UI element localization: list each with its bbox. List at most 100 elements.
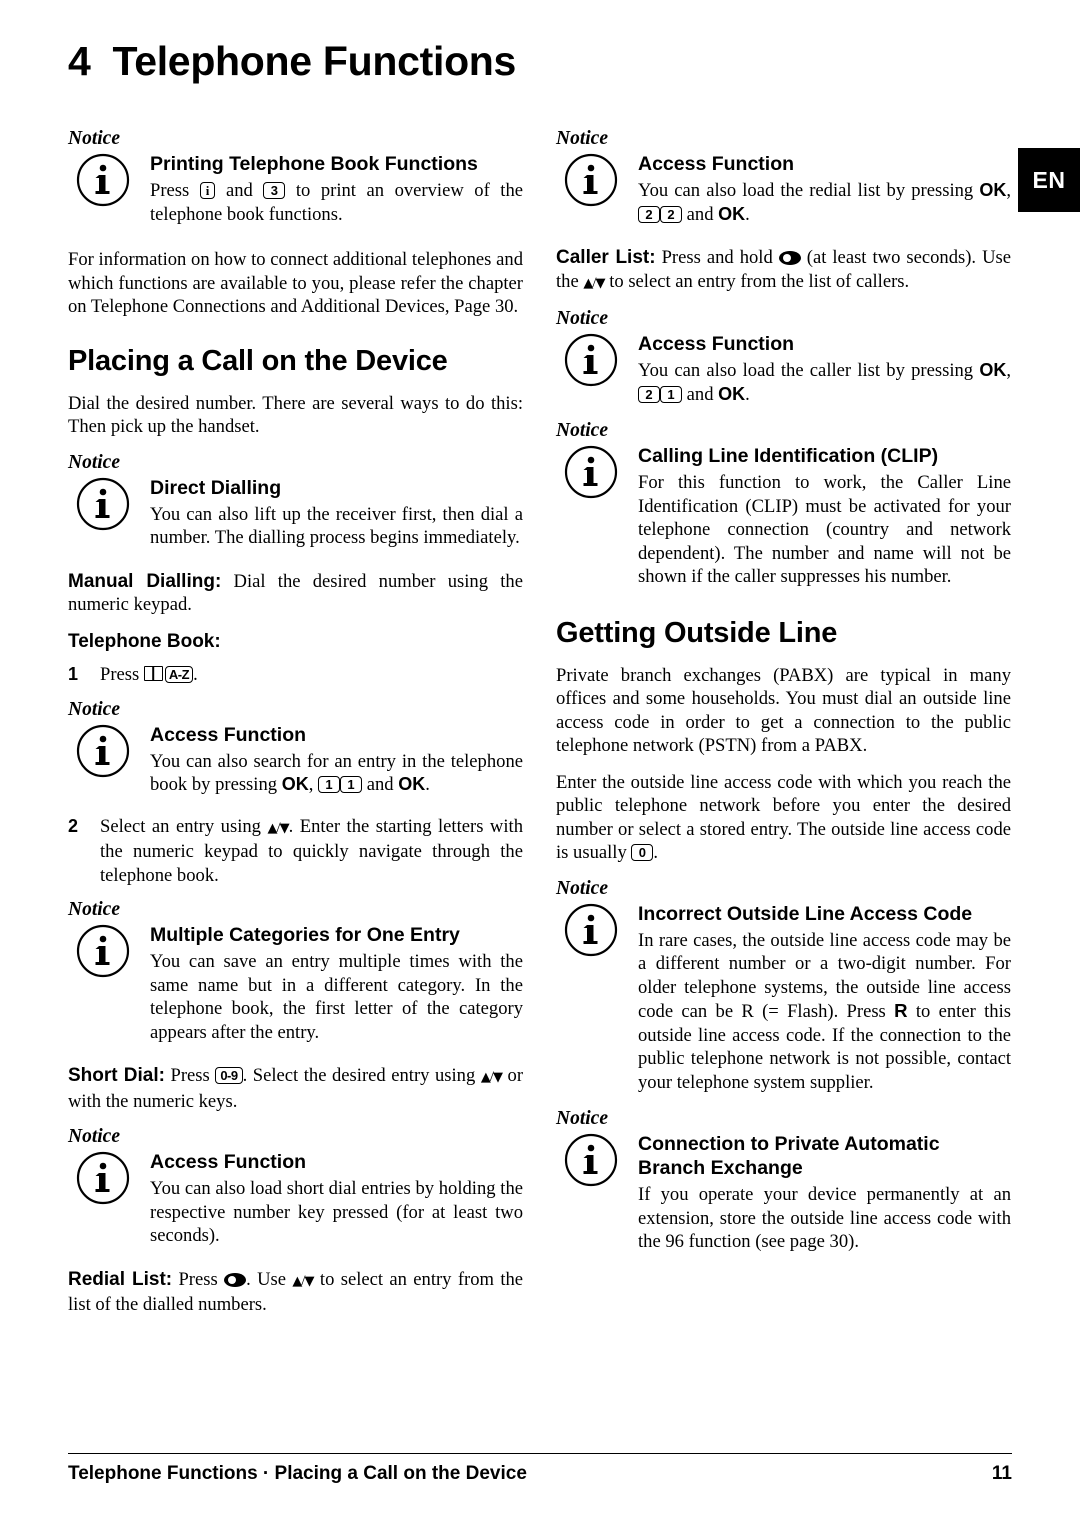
ok-key: OK — [718, 203, 746, 224]
notice-title: Access Function — [638, 333, 795, 355]
phonebook-icon — [143, 666, 163, 681]
step-1: 1 Press A-Z. — [68, 663, 523, 687]
notice-label: Notice — [68, 451, 120, 473]
up-down-icon: ▲/▼ — [480, 1069, 503, 1085]
text: . Use — [246, 1268, 287, 1290]
caller-list-label: Caller List: — [556, 247, 656, 268]
key-i: i — [199, 182, 216, 199]
text: Connection to Private Automatic — [638, 1133, 940, 1155]
notice-label: Notice — [68, 128, 120, 149]
notice-title: Incorrect Outside Line Access Code — [638, 902, 973, 925]
notice-text: You can also load the caller list by pre… — [638, 359, 1011, 406]
info-icon — [76, 477, 130, 530]
text: and — [225, 180, 253, 201]
text: . — [653, 842, 659, 863]
key-3: 3 — [263, 182, 286, 199]
info-icon — [564, 1133, 618, 1187]
notice-text: You can also lift up the receiver first,… — [150, 503, 523, 549]
step-number: 1 — [68, 664, 79, 684]
key-2: 2 — [638, 385, 660, 403]
text: and — [366, 774, 394, 795]
page-number: 11 — [991, 1463, 1012, 1484]
info-icon — [76, 153, 130, 207]
right-column: Notice Access Function You can also load… — [556, 118, 1011, 1266]
text: . — [193, 664, 198, 685]
notice-title: Access Function — [638, 153, 795, 175]
notice-title: Connection to Private Automatic Branch E… — [638, 1132, 1011, 1180]
text: You can also load the caller list by pre… — [638, 360, 974, 381]
text: Select an entry using — [100, 815, 261, 837]
paragraph-manual-dialling: Manual Dialling: Dial the desired number… — [68, 570, 523, 617]
up-down-icon: ▲/▼ — [583, 274, 605, 291]
text: Enter the outside line access code with … — [556, 771, 1011, 864]
text: You can also load the redial list by pre… — [638, 180, 974, 201]
up-down-icon: ▲/▼ — [292, 1272, 314, 1289]
key-1a: 1 — [318, 776, 341, 793]
ok-key: OK — [979, 360, 1007, 380]
notice-label: Notice — [68, 899, 120, 920]
notice-label: Notice — [556, 877, 608, 899]
notice-access-function-book: Notice Access Function You can also sear… — [68, 699, 523, 797]
notice-title: Calling Line Identification (CLIP) — [638, 445, 939, 467]
notice-text: Press i and 3 to print an overview of th… — [150, 179, 523, 226]
notice-access-function-redial: Notice Access Function You can also load… — [556, 128, 1011, 226]
notice-label: Notice — [556, 308, 608, 329]
left-column: Notice Printing Telephone Book Functions… — [68, 118, 523, 1317]
key-2a: 2 — [638, 205, 660, 223]
key-1: 1 — [660, 385, 682, 403]
text: Press — [150, 180, 190, 201]
page-footer: Telephone Functions · Placing a Call on … — [68, 1453, 1012, 1485]
key-r: R — [894, 1000, 908, 1021]
notice-text: For this function to work, the Caller Li… — [638, 472, 1011, 587]
text: Press — [100, 664, 140, 685]
paragraph-enter-code: Enter the outside line access code with … — [556, 771, 1011, 865]
redial-key-icon — [778, 251, 801, 265]
chapter-number: 4 — [68, 38, 91, 84]
paragraph-pabx: Private branch exchanges (PABX) are typi… — [556, 664, 1011, 757]
key-az: A-Z — [164, 666, 194, 683]
notice-title: Access Function — [150, 723, 307, 746]
text: Telephone Book: — [68, 630, 221, 652]
notice-printing-telephone-book: Notice Printing Telephone Book Functions… — [68, 128, 523, 226]
notice-label: Notice — [556, 128, 608, 149]
key-0-9: 0-9 — [215, 1067, 243, 1084]
info-icon — [564, 153, 618, 207]
text: and — [686, 383, 714, 405]
text: . — [425, 774, 430, 795]
ok-key: OK — [281, 774, 309, 794]
text: Press and hold — [661, 247, 773, 268]
section-placing-call: Placing a Call on the Device — [68, 344, 448, 377]
text: . — [745, 383, 750, 405]
notice-text: In rare cases, the outside line access c… — [638, 929, 1011, 1095]
chapter-title: Telephone Functions — [112, 38, 517, 84]
paragraph-connect: For information on how to connect additi… — [68, 249, 523, 317]
info-icon — [564, 903, 618, 956]
text: Branch Exchange — [638, 1157, 803, 1179]
manual-dialling-label: Manual Dialling: — [68, 570, 222, 592]
key-0: 0 — [631, 844, 654, 861]
info-icon — [564, 445, 618, 499]
notice-title: Direct Dialling — [150, 476, 282, 499]
paragraph-caller-list: Caller List: Press and hold (at least tw… — [556, 246, 1011, 295]
text: , — [1006, 180, 1011, 201]
redial-list-label: Redial List: — [68, 1268, 173, 1290]
text: to select an entry from the list of call… — [609, 270, 910, 292]
notice-text: You can also load short dial entries by … — [150, 1178, 523, 1246]
notice-label: Notice — [556, 1108, 608, 1129]
notice-text: You can save an entry multiple times wit… — [150, 951, 523, 1043]
notice-label: Notice — [556, 420, 608, 441]
notice-title: Access Function — [150, 1151, 307, 1173]
redial-key-icon — [224, 1272, 247, 1287]
step-number: 2 — [68, 815, 79, 836]
text: . — [745, 203, 750, 225]
telephone-book-label: Telephone Book: — [68, 630, 523, 654]
notice-access-function-caller: Notice Access Function You can also load… — [556, 308, 1011, 406]
info-icon — [76, 924, 130, 978]
text: . Select the desired entry using — [242, 1065, 476, 1086]
notice-label: Notice — [68, 1126, 120, 1147]
notice-text: You can also search for an entry in the … — [150, 750, 523, 797]
ok-key: OK — [718, 383, 746, 404]
key-2b: 2 — [660, 205, 682, 223]
ok-key: OK — [398, 774, 426, 794]
info-icon — [76, 724, 130, 777]
